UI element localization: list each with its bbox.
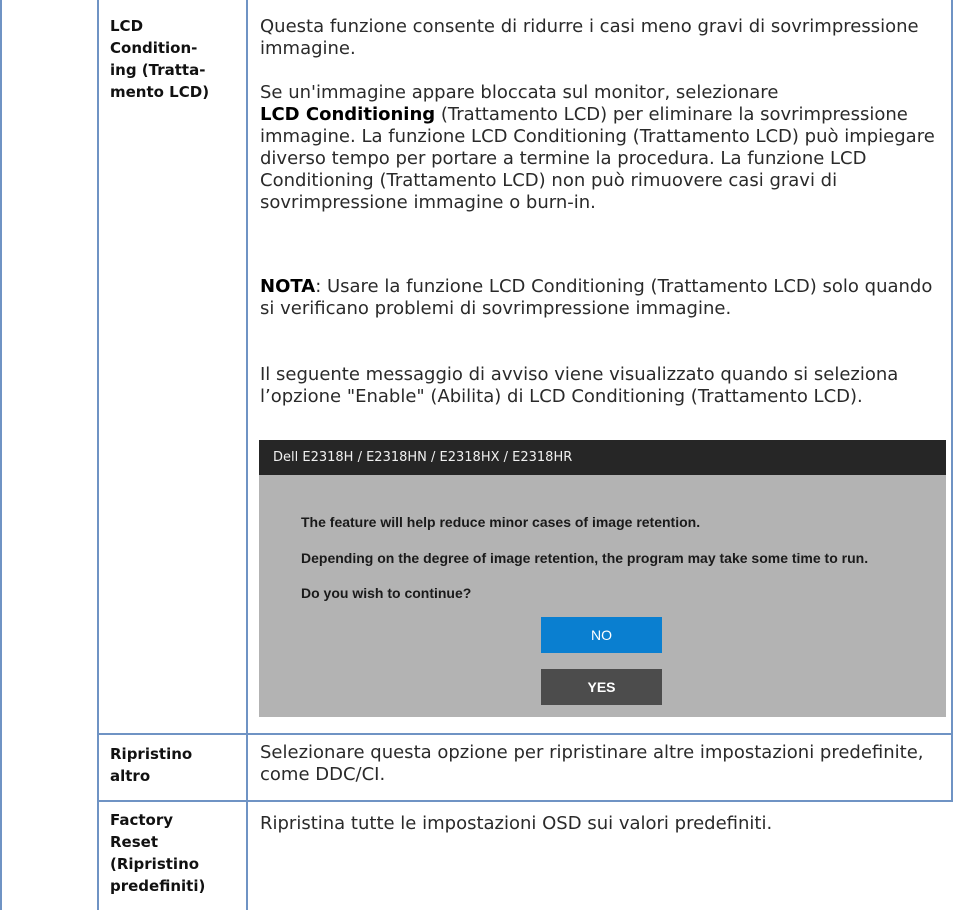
no-button[interactable]: NO bbox=[541, 617, 662, 653]
description-paragraph: Ripristina tutte le impostazioni OSD sui… bbox=[260, 813, 773, 834]
note-paragraph: NOTA: Usare la funzione LCD Conditioning… bbox=[260, 276, 940, 320]
row-divider-2 bbox=[97, 800, 953, 802]
name-line: Factory bbox=[110, 811, 174, 829]
name-line: Reset bbox=[110, 833, 158, 851]
description-paragraph: Il seguente messaggio di avviso viene vi… bbox=[260, 364, 899, 407]
dialog-title-bar: Dell E2318H / E2318HN / E2318HX / E2318H… bbox=[259, 440, 946, 475]
table-col-divider-1 bbox=[97, 0, 99, 910]
paragraph-text: : Usare la funzione LCD Conditioning (Tr… bbox=[260, 276, 933, 319]
lcd-conditioning-warning-dialog: Dell E2318H / E2318HN / E2318HX / E2318H… bbox=[259, 440, 946, 717]
name-line: Condition- bbox=[110, 39, 198, 57]
note-label: NOTA bbox=[260, 276, 316, 297]
bold-term: LCD Conditioning bbox=[260, 104, 436, 125]
name-line: LCD bbox=[110, 17, 144, 35]
name-line: ing (Tratta- bbox=[110, 61, 206, 79]
setting-name-lcd-conditioning: LCD Condition- ing (Tratta- mento LCD) bbox=[110, 15, 240, 103]
name-line: mento LCD) bbox=[110, 83, 210, 101]
description-paragraph: Questa funzione consente di ridurre i ca… bbox=[260, 16, 919, 59]
dialog-message-line: The feature will help reduce minor cases… bbox=[301, 514, 701, 530]
yes-button[interactable]: YES bbox=[541, 669, 662, 705]
row-divider-1 bbox=[97, 733, 953, 735]
name-line: Ripristino bbox=[110, 745, 193, 763]
setting-name-factory-reset: Factory Reset (Ripristino predefiniti) bbox=[110, 809, 240, 897]
dialog-message-line: Do you wish to continue? bbox=[301, 585, 472, 601]
description-paragraph: Selezionare questa opzione per ripristin… bbox=[260, 742, 924, 785]
name-line: predefiniti) bbox=[110, 877, 206, 895]
setting-name-ripristino-altro: Ripristino altro bbox=[110, 743, 240, 787]
paragraph-text: Se un'immagine appare bloccata sul monit… bbox=[260, 82, 779, 103]
name-line: altro bbox=[110, 767, 151, 785]
description-paragraph: Se un'immagine appare bloccata sul monit… bbox=[260, 82, 940, 214]
table-col-divider-2 bbox=[246, 0, 248, 910]
name-line: (Ripristino bbox=[110, 855, 200, 873]
dialog-message-line: Depending on the degree of image retenti… bbox=[301, 550, 869, 566]
table-left-border bbox=[0, 0, 2, 910]
